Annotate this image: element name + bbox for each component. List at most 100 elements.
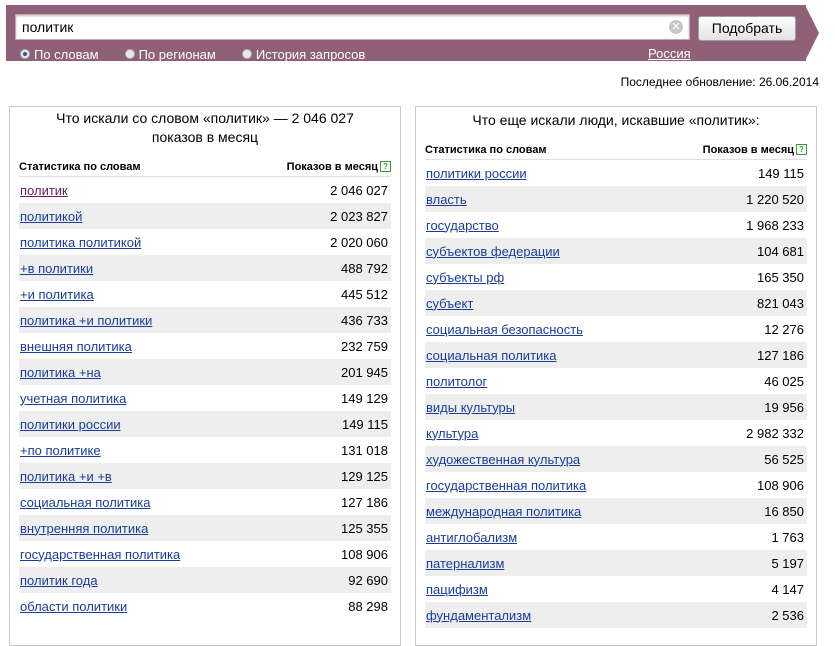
keyword-link[interactable]: +и политика [19,287,94,302]
keyword-link[interactable]: политика политикой [19,235,141,250]
keyword-link[interactable]: патернализм [425,556,504,571]
help-icon[interactable]: ? [380,161,391,172]
keyword-link[interactable]: политик года [19,573,98,588]
keyword-link[interactable]: художественная культура [425,452,580,467]
keyword-link[interactable]: пацифизм [425,582,488,597]
impressions-count: 445 512 [341,286,388,302]
mode-by-regions-label: По регионам [138,46,216,62]
mode-by-words[interactable]: По словам [20,47,99,62]
keyword-link[interactable]: культура [425,426,478,441]
impressions-count: 2 536 [771,607,804,623]
keyword-link[interactable]: фундаментализм [425,608,531,623]
table-row: антиглобализм 1 763 [425,524,807,550]
table-row: субъектов федерации 104 681 [425,238,807,264]
keyword-link[interactable]: политолог [425,374,487,389]
panel-words-with: Что искали со словом «политик» — 2 046 0… [9,106,401,646]
impressions-count: 149 115 [341,416,388,432]
keyword-link[interactable]: внутренняя политика [19,521,148,536]
keyword-link[interactable]: власть [425,192,467,207]
submit-button[interactable]: Подобрать [698,16,796,41]
table-row: +и политика 445 512 [19,281,391,307]
table-row: государственная политика 108 906 [425,472,807,498]
keyword-link[interactable]: политика +и политики [19,313,152,328]
keyword-link[interactable]: государственная политика [19,547,180,562]
table-row: внутренняя политика 125 355 [19,515,391,541]
impressions-count: 488 792 [341,260,388,276]
table-row: субъекты рф 165 350 [425,264,807,290]
keyword-link[interactable]: +по политике [19,443,101,458]
radio-by-regions[interactable] [124,49,135,59]
keyword-link[interactable]: субъектов федерации [425,244,560,259]
table-row: политолог 46 025 [425,368,807,394]
column-count: Показов в месяц [286,161,378,173]
impressions-count: 127 186 [757,347,804,363]
keyword-link[interactable]: учетная политика [19,391,126,406]
impressions-count: 108 906 [341,546,388,562]
impressions-count: 46 025 [764,373,804,389]
search-box: ✕ [15,14,690,40]
table-row: учетная политика 149 129 [19,385,391,411]
last-update: Последнее обновление: 26.06.2014 [620,75,819,89]
table-row: социальная безопасность 12 276 [425,316,807,342]
mode-selector: По словам По регионам История запросов [20,46,365,62]
impressions-count: 125 355 [341,520,388,536]
table-row: политика политикой 2 020 060 [19,229,391,255]
keyword-link[interactable]: субъект [425,296,473,311]
impressions-count: 127 186 [341,494,388,510]
keyword-link[interactable]: социальная безопасность [425,322,583,337]
mode-by-regions[interactable]: По регионам [124,46,216,62]
table-row: государство 1 968 233 [425,212,807,238]
clear-icon[interactable]: ✕ [669,20,683,34]
keyword-link[interactable]: социальная политика [19,495,150,510]
header-arrow [805,5,819,61]
keyword-link[interactable]: политика +и +в [19,469,112,484]
search-input[interactable] [22,18,662,36]
column-word: Статистика по словам [425,144,547,156]
keyword-link[interactable]: политикой [19,209,82,224]
impressions-count: 201 945 [341,364,388,380]
keyword-link[interactable]: виды культуры [425,400,515,415]
column-count-wrap: Показов в месяц? [287,161,391,173]
help-icon[interactable]: ? [796,144,807,155]
keyword-link[interactable]: государственная политика [425,478,586,493]
table-row: патернализм 5 197 [425,550,807,576]
keyword-link[interactable]: политики россии [425,166,527,181]
keyword-link[interactable]: +в политики [19,261,93,276]
impressions-count: 4 147 [771,581,804,597]
impressions-count: 1 763 [771,529,804,545]
table-header: Статистика по словам Показов в месяц? [425,142,807,160]
keyword-link[interactable]: политик [19,183,68,198]
keyword-link[interactable]: субъекты рф [425,270,504,285]
table-row: государственная политика 108 906 [19,541,391,567]
keyword-link[interactable]: внешняя политика [19,339,132,354]
keyword-link[interactable]: политики россии [19,417,121,432]
panel-related-searches: Что еще искали люди, искавшие «политик»:… [415,106,817,646]
table-row: культура 2 982 332 [425,420,807,446]
impressions-count: 92 690 [348,572,388,588]
right-rows: политики россии 149 115 власть 1 220 520 гос… [425,160,807,628]
table-row: социальная политика 127 186 [425,342,807,368]
table-row: политик 2 046 027 [19,177,391,203]
table-header: Статистика по словам Показов в месяц? [19,159,391,177]
table-row: политикой 2 023 827 [19,203,391,229]
table-row: политики россии 149 115 [425,160,807,186]
keyword-link[interactable]: антиглобализм [425,530,517,545]
radio-history[interactable] [241,49,252,59]
mode-history-label: История запросов [255,46,366,62]
impressions-count: 1 220 520 [746,191,804,207]
region-link[interactable]: Россия [648,46,691,61]
table-row: +по политике 131 018 [19,437,391,463]
impressions-count: 2 023 827 [330,208,388,224]
table-row: политика +и +в 129 125 [19,463,391,489]
panel-title-line2: показов в месяц [151,129,259,145]
keyword-link[interactable]: социальная политика [425,348,556,363]
keyword-link[interactable]: области политики [19,599,127,614]
keyword-link[interactable]: государство [425,218,499,233]
keyword-link[interactable]: международная политика [425,504,581,519]
panel-title: Что искали со словом «политик» — 2 046 0… [10,109,400,147]
radio-by-words[interactable] [20,49,30,59]
impressions-count: 5 197 [771,555,804,571]
column-count-wrap: Показов в месяц? [703,144,807,156]
mode-history[interactable]: История запросов [241,46,366,62]
keyword-link[interactable]: политика +на [19,365,101,380]
